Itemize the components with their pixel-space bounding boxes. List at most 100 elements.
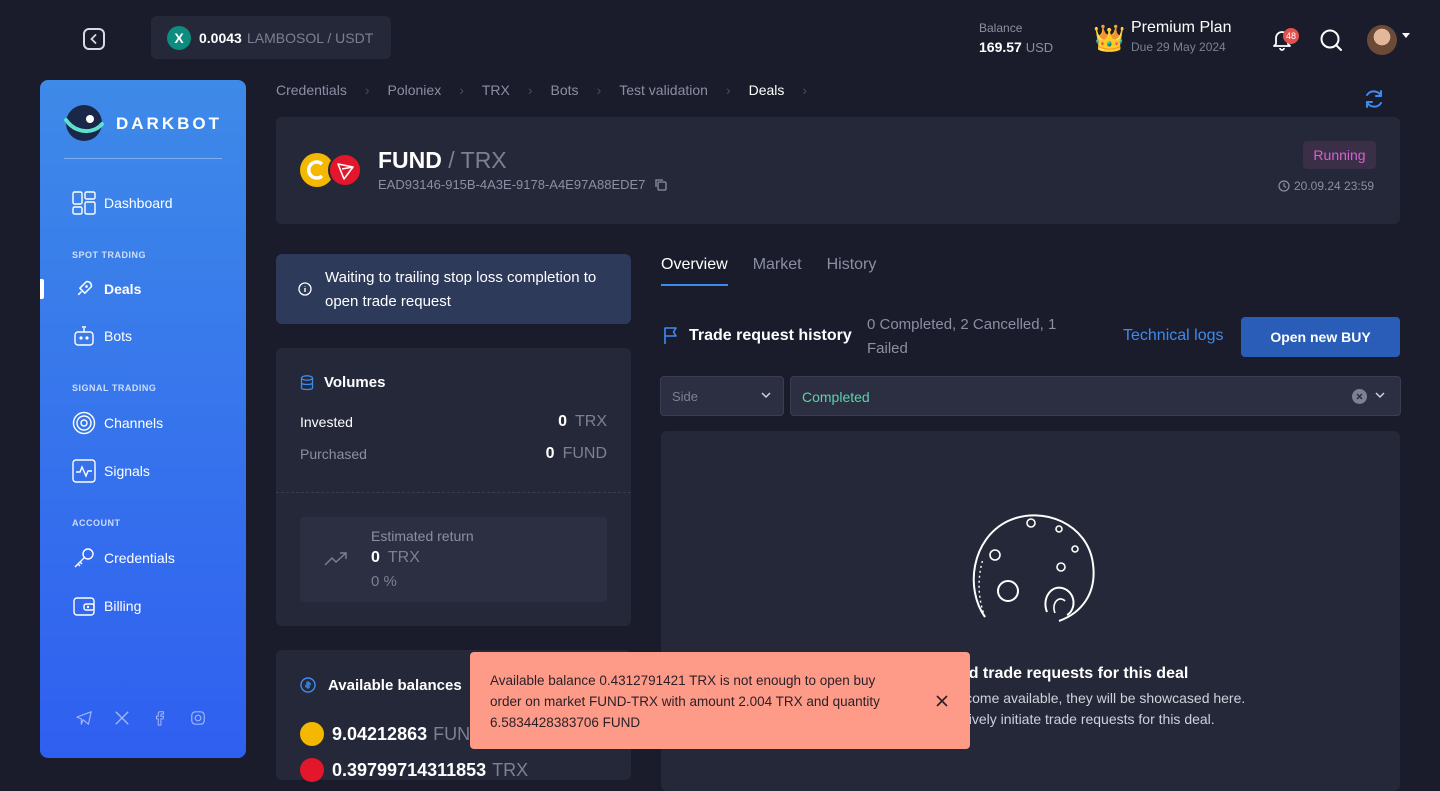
balances-header: Available balances — [300, 676, 462, 694]
balance-trx-value: 0.39799714311853 — [332, 759, 487, 780]
sidebar-item-signals[interactable]: Signals — [72, 459, 150, 483]
plan-due: Due 29 May 2024 — [1131, 40, 1226, 54]
balance-currency: USD — [1025, 40, 1054, 55]
clear-icon[interactable] — [1352, 389, 1367, 404]
copy-icon[interactable] — [654, 178, 668, 192]
deal-header: FUND / TRX EAD93146-915B-4A3E-9178-A4E97… — [276, 117, 1400, 224]
coins-icon — [300, 677, 316, 693]
instagram-icon[interactable] — [190, 710, 206, 726]
breadcrumb-credentials[interactable]: Credentials — [276, 82, 347, 98]
toast-message: Available balance 0.4312791421 TRX is no… — [490, 673, 880, 730]
section-signal-trading: SIGNAL TRADING — [72, 383, 157, 393]
sidebar-item-label: Deals — [104, 281, 142, 297]
balance-trx: 0.39799714311853 TRX — [300, 758, 528, 782]
active-indicator — [40, 279, 44, 299]
lambosol-coin-icon: X — [167, 26, 191, 50]
breadcrumb-bots[interactable]: Bots — [551, 82, 579, 98]
top-bar: X 0.0043 LAMBOSOL / USDT Balance 169.57 … — [0, 0, 1440, 78]
refresh-icon — [1366, 90, 1382, 108]
balance-trx-unit: TRX — [492, 759, 529, 780]
darkbot-logo-icon — [64, 105, 104, 141]
estimated-return-value: 0 — [371, 549, 380, 566]
database-icon — [300, 374, 314, 390]
plan-name: Premium Plan — [1131, 19, 1232, 36]
balance-fund: 9.04212863 FUND — [300, 722, 483, 746]
sidebar-item-label: Channels — [104, 415, 164, 431]
sidebar-item-dashboard[interactable]: Dashboard — [72, 191, 173, 215]
side-select-placeholder: Side — [672, 389, 699, 404]
volumes-header: Volumes — [300, 374, 385, 391]
facebook-icon[interactable] — [152, 710, 168, 726]
sidebar-item-label: Dashboard — [104, 195, 173, 211]
plan-info[interactable]: Premium Plan Due 29 May 2024 — [1131, 19, 1231, 54]
key-icon — [74, 548, 94, 568]
deal-id-value: EAD93146-915B-4A3E-9178-A4E97A88EDE7 — [378, 177, 646, 192]
breadcrumb-poloniex[interactable]: Poloniex — [388, 82, 442, 98]
status-badge: Running — [1303, 141, 1376, 169]
chevron-right-icon: › — [725, 82, 731, 98]
estimated-return-label: Estimated return — [371, 528, 474, 544]
sidebar-item-credentials[interactable]: Credentials — [72, 546, 175, 570]
notifications-badge: 48 — [1283, 28, 1299, 44]
side-select[interactable]: Side — [660, 376, 784, 416]
open-new-buy-button[interactable]: Open new BUY — [1241, 317, 1400, 357]
error-toast: Available balance 0.4312791421 TRX is no… — [470, 652, 970, 749]
chevron-down-icon — [761, 392, 771, 399]
chevron-right-icon: › — [596, 82, 602, 98]
info-icon — [298, 282, 312, 296]
sidebar-item-channels[interactable]: Channels — [72, 411, 163, 435]
deal-time-value: 20.09.24 23:59 — [1294, 179, 1375, 193]
ticker-price: 0.0043 — [199, 30, 242, 46]
rocket-icon — [77, 280, 93, 296]
status-select[interactable]: Completed — [790, 376, 1401, 416]
deal-quote: / TRX — [448, 147, 507, 173]
volumes-title: Volumes — [324, 374, 386, 391]
flag-icon — [664, 327, 677, 344]
ticker-widget[interactable]: X 0.0043 LAMBOSOL / USDT — [151, 16, 391, 59]
tab-history[interactable]: History — [827, 256, 877, 286]
trade-history-stats: 0 Completed, 2 Cancelled, 1 Failed — [867, 316, 1057, 357]
breadcrumb: Credentials › Poloniex › TRX › Bots › Test v… — [276, 82, 825, 98]
sidebar-item-label: Bots — [104, 328, 133, 344]
robot-icon — [74, 326, 94, 346]
telegram-icon[interactable] — [76, 710, 92, 726]
chevron-right-icon: › — [459, 82, 464, 98]
technical-logs-link[interactable]: Technical logs — [1123, 327, 1224, 345]
dashboard-icon — [72, 191, 96, 215]
trade-history-header: Trade request history — [663, 327, 852, 345]
trx-coin-icon — [328, 153, 362, 187]
estimated-return-percent: 0 % — [371, 573, 397, 590]
clock-icon — [1278, 180, 1290, 192]
avatar[interactable] — [1367, 25, 1397, 55]
tab-market[interactable]: Market — [753, 256, 802, 286]
balance-fund-value: 9.04212863 — [332, 723, 428, 744]
breadcrumb-test-validation[interactable]: Test validation — [619, 82, 708, 98]
sidebar-item-bots[interactable]: Bots — [72, 324, 132, 348]
sidebar: DARKBOT Dashboard SPOT TRADING Deals Bot… — [40, 80, 246, 758]
section-account: ACCOUNT — [72, 518, 121, 528]
chevron-down-icon[interactable] — [1402, 33, 1410, 38]
sidebar-divider — [64, 158, 222, 159]
x-twitter-icon[interactable] — [114, 710, 130, 726]
invested-row: Invested 0 TRX — [300, 413, 607, 431]
moon-illustration-icon — [972, 514, 1095, 622]
sidebar-item-billing[interactable]: Billing — [72, 594, 141, 618]
wallet-icon — [73, 597, 95, 616]
deal-title: FUND / TRX — [378, 147, 507, 174]
tab-overview[interactable]: Overview — [661, 256, 728, 286]
activity-icon — [72, 459, 96, 483]
sidebar-item-deals[interactable]: Deals — [72, 277, 141, 301]
purchased-row: Purchased 0 FUND — [300, 445, 607, 463]
breadcrumb-trx[interactable]: TRX — [482, 82, 510, 98]
close-icon[interactable] — [936, 695, 948, 707]
search-button[interactable] — [1319, 28, 1343, 57]
chevron-right-icon: › — [802, 82, 808, 98]
refresh-button[interactable] — [1363, 88, 1385, 115]
chevron-right-icon: › — [527, 82, 533, 98]
collapse-sidebar-button[interactable] — [83, 28, 105, 50]
section-spot-trading: SPOT TRADING — [72, 250, 147, 260]
chevron-down-icon — [1375, 392, 1385, 399]
deal-time: 20.09.24 23:59 — [1278, 179, 1374, 193]
breadcrumb-deals: Deals — [748, 82, 785, 98]
purchased-value: 0 — [545, 445, 555, 462]
